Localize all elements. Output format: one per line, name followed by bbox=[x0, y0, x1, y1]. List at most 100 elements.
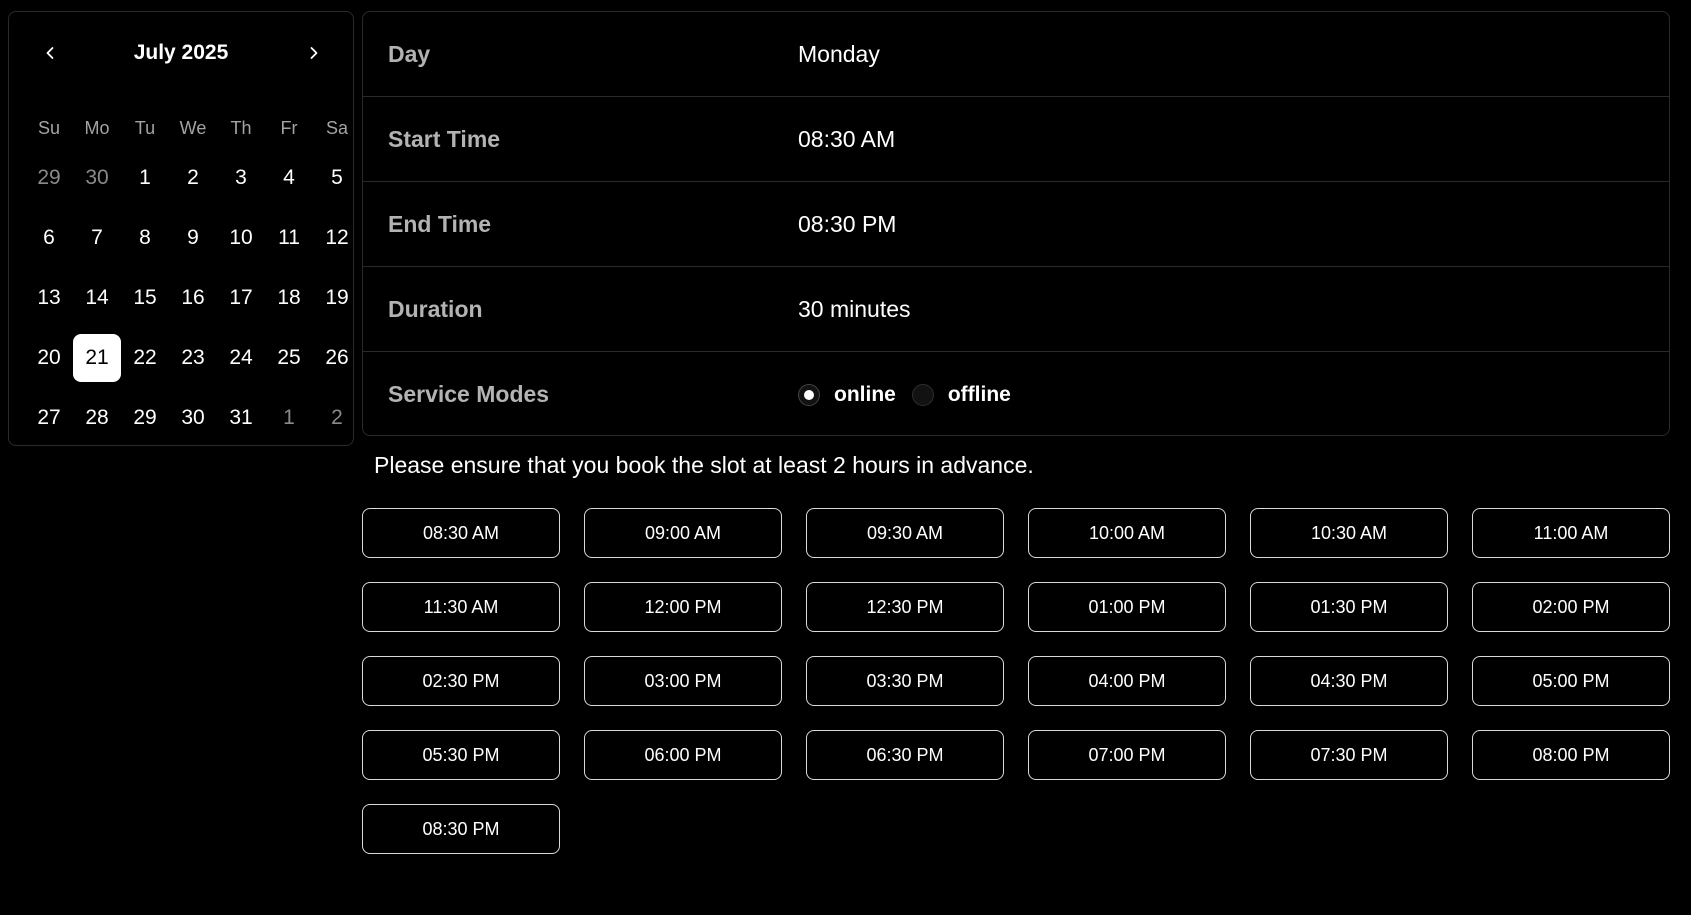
service-mode-option-offline[interactable]: offline bbox=[911, 383, 1011, 407]
calendar-day[interactable]: 6 bbox=[25, 208, 73, 268]
time-slot-button[interactable]: 09:00 AM bbox=[584, 508, 782, 558]
previous-month-button[interactable] bbox=[33, 36, 67, 70]
time-slot-button[interactable]: 10:00 AM bbox=[1028, 508, 1226, 558]
radio-label: online bbox=[834, 382, 896, 406]
time-slot-button[interactable]: 05:00 PM bbox=[1472, 656, 1670, 706]
time-slot-button[interactable]: 01:30 PM bbox=[1250, 582, 1448, 632]
calendar-day[interactable]: 22 bbox=[121, 328, 169, 388]
calendar-day[interactable]: 30 bbox=[169, 388, 217, 448]
weekday-label: Fr bbox=[280, 118, 298, 138]
calendar-day[interactable]: 13 bbox=[25, 268, 73, 328]
service-mode-option-online[interactable]: online bbox=[798, 383, 896, 407]
time-slot-button[interactable]: 12:30 PM bbox=[806, 582, 1004, 632]
calendar-day-selected[interactable]: 21 bbox=[73, 328, 121, 388]
calendar-day[interactable]: 1 bbox=[265, 388, 313, 448]
calendar-day[interactable]: 9 bbox=[169, 208, 217, 268]
time-slot-button[interactable]: 06:00 PM bbox=[584, 730, 782, 780]
time-slot-button[interactable]: 04:00 PM bbox=[1028, 656, 1226, 706]
time-slot-button[interactable]: 05:30 PM bbox=[362, 730, 560, 780]
calendar-day-number: 24 bbox=[229, 346, 253, 369]
duration-value: 30 minutes bbox=[798, 295, 911, 322]
calendar-day[interactable]: 1 bbox=[121, 148, 169, 208]
weekday-label: Th bbox=[230, 118, 252, 138]
calendar-day-number: 23 bbox=[181, 346, 205, 369]
chevron-right-icon bbox=[310, 47, 318, 59]
calendar-day-number: 11 bbox=[278, 226, 300, 249]
chevron-left-icon bbox=[46, 47, 54, 59]
details-row-start-time: Start Time 08:30 AM bbox=[363, 97, 1669, 182]
calendar-day-grid: 29 30 1 2 3 4 5 6 7 8 9 10 11 12 13 14 15 16 17 18 19 20 21 22 2… bbox=[25, 148, 361, 448]
weekday-label: Sa bbox=[325, 118, 349, 138]
calendar-day[interactable]: 20 bbox=[25, 328, 73, 388]
calendar-day[interactable]: 3 bbox=[217, 148, 265, 208]
calendar-day[interactable]: 5 bbox=[313, 148, 361, 208]
time-slot-button[interactable]: 02:30 PM bbox=[362, 656, 560, 706]
radio-button[interactable] bbox=[798, 383, 820, 406]
calendar-day[interactable]: 2 bbox=[313, 388, 361, 448]
time-slot-button[interactable]: 04:30 PM bbox=[1250, 656, 1448, 706]
calendar-day[interactable]: 15 bbox=[121, 268, 169, 328]
calendar-day-number: 13 bbox=[37, 286, 61, 309]
calendar-day[interactable]: 28 bbox=[73, 388, 121, 448]
time-slot-button[interactable]: 11:30 AM bbox=[362, 582, 560, 632]
calendar-day[interactable]: 11 bbox=[265, 208, 313, 268]
calendar-day[interactable]: 31 bbox=[217, 388, 265, 448]
calendar-day[interactable]: 4 bbox=[265, 148, 313, 208]
day-value: Monday bbox=[798, 40, 880, 67]
details-row-day: Day Monday bbox=[363, 12, 1669, 97]
time-slot-button[interactable]: 07:30 PM bbox=[1250, 730, 1448, 780]
calendar-day-number: 19 bbox=[325, 286, 349, 309]
calendar-day-number: 30 bbox=[85, 166, 109, 189]
time-slot-button[interactable]: 07:00 PM bbox=[1028, 730, 1226, 780]
calendar-day[interactable]: 25 bbox=[265, 328, 313, 388]
time-slot-button[interactable]: 08:30 PM bbox=[362, 804, 560, 854]
service-modes-label: Service Modes bbox=[388, 381, 550, 407]
time-slot-button[interactable]: 02:00 PM bbox=[1472, 582, 1670, 632]
weekday-label: Tu bbox=[134, 118, 156, 138]
time-slot-button[interactable]: 12:00 PM bbox=[584, 582, 782, 632]
details-row-service-modes: Service Modes online offline bbox=[363, 352, 1669, 435]
calendar-day-number: 16 bbox=[181, 286, 205, 309]
slot-details-table: Day Monday Start Time 08:30 AM End Time … bbox=[362, 11, 1670, 436]
calendar-day[interactable]: 17 bbox=[217, 268, 265, 328]
radio-button[interactable] bbox=[911, 383, 934, 406]
calendar-day[interactable]: 30 bbox=[73, 148, 121, 208]
time-slot-button[interactable]: 03:30 PM bbox=[806, 656, 1004, 706]
time-slot-button[interactable]: 08:00 PM bbox=[1472, 730, 1670, 780]
calendar-day-number: 14 bbox=[85, 286, 109, 309]
calendar-day[interactable]: 7 bbox=[73, 208, 121, 268]
time-slot-button[interactable]: 09:30 AM bbox=[806, 508, 1004, 558]
weekday-label: Su bbox=[37, 118, 61, 138]
calendar-day[interactable]: 29 bbox=[121, 388, 169, 448]
time-slot-button[interactable]: 06:30 PM bbox=[806, 730, 1004, 780]
calendar-day-number: 29 bbox=[37, 166, 61, 189]
calendar-day[interactable]: 14 bbox=[73, 268, 121, 328]
time-slot-button[interactable]: 10:30 AM bbox=[1250, 508, 1448, 558]
calendar-day[interactable]: 24 bbox=[217, 328, 265, 388]
calendar-day[interactable]: 10 bbox=[217, 208, 265, 268]
calendar-day-number: 9 bbox=[187, 226, 199, 249]
calendar-day[interactable]: 18 bbox=[265, 268, 313, 328]
calendar-day[interactable]: 2 bbox=[169, 148, 217, 208]
time-slot-button[interactable]: 03:00 PM bbox=[584, 656, 782, 706]
calendar-day[interactable]: 23 bbox=[169, 328, 217, 388]
calendar-day[interactable]: 27 bbox=[25, 388, 73, 448]
time-slot-button[interactable]: 01:00 PM bbox=[1028, 582, 1226, 632]
time-slot-button[interactable]: 08:30 AM bbox=[362, 508, 560, 558]
calendar-day[interactable]: 19 bbox=[313, 268, 361, 328]
calendar-day[interactable]: 12 bbox=[313, 208, 361, 268]
end-time-label: End Time bbox=[388, 210, 492, 237]
time-slot-button[interactable]: 11:00 AM bbox=[1472, 508, 1670, 558]
calendar-day[interactable]: 29 bbox=[25, 148, 73, 208]
calendar-day[interactable]: 26 bbox=[313, 328, 361, 388]
calendar-day-number: 26 bbox=[325, 346, 349, 369]
calendar-day[interactable]: 16 bbox=[169, 268, 217, 328]
next-month-button[interactable] bbox=[297, 36, 331, 70]
calendar-day-number: 20 bbox=[37, 346, 61, 369]
weekday-label: Mo bbox=[84, 118, 110, 138]
calendar-day-number: 1 bbox=[283, 406, 295, 429]
calendar-day[interactable]: 8 bbox=[121, 208, 169, 268]
end-time-value: 08:30 PM bbox=[798, 210, 897, 237]
calendar-day-number: 25 bbox=[277, 346, 301, 369]
date-picker-calendar: July 2025 Su Mo Tu We Th Fr Sa 29 30 1 2 3 4 5 6 7 8 9 10… bbox=[8, 11, 354, 446]
